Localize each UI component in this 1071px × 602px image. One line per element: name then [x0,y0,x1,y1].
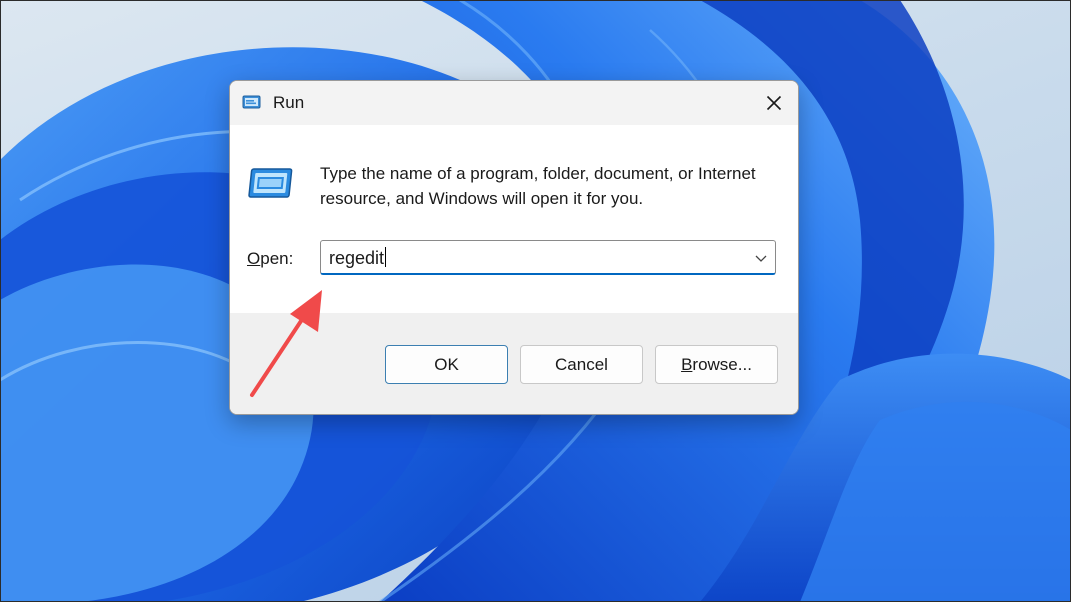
cancel-button[interactable]: Cancel [520,345,643,384]
browse-button[interactable]: Browse... [655,345,778,384]
dialog-content: Type the name of a program, folder, docu… [230,125,798,313]
open-label: Open: [247,249,293,269]
run-dialog: Run Type the name of a program, folder, … [229,80,799,415]
open-input[interactable]: regedit [329,247,729,269]
browse-mnemonic: B [681,354,693,374]
browse-label: rowse... [692,354,752,374]
open-combobox[interactable]: regedit [320,240,776,275]
text-caret [385,247,387,267]
close-icon [766,95,782,111]
dialog-title: Run [273,93,305,112]
open-label-mnemonic: O [247,249,261,268]
open-input-value: regedit [329,248,385,268]
open-label-text: pen: [260,249,294,268]
close-button[interactable] [750,81,798,125]
run-app-icon [248,168,293,198]
dialog-footer: OK Cancel Browse... [230,313,798,414]
dialog-description: Type the name of a program, folder, docu… [320,164,756,208]
run-icon [242,95,261,109]
chevron-down-icon[interactable] [753,250,769,266]
ok-button[interactable]: OK [385,345,508,384]
title-bar[interactable]: Run [230,81,798,125]
